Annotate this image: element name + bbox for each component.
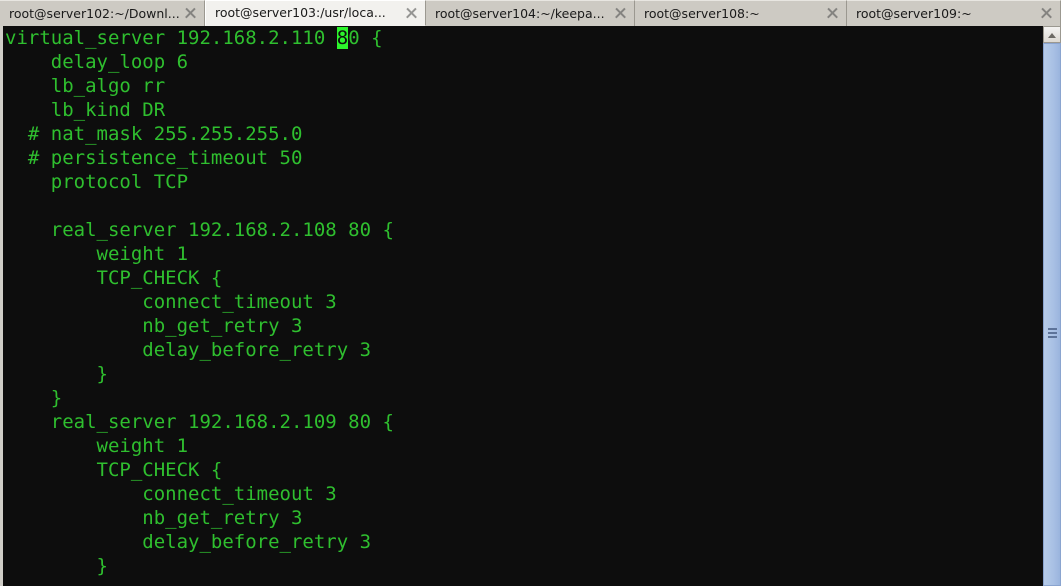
tab-label: root@server109:~ [856, 5, 972, 21]
terminal-line: delay_before_retry 3 [3, 338, 1042, 362]
terminal-text: delay_before_retry 3 [5, 531, 372, 553]
terminal-text: lb_algo rr [5, 75, 166, 97]
close-icon[interactable] [825, 6, 840, 21]
terminal-line: lb_kind DR [3, 98, 1042, 122]
tab-server102[interactable]: root@server102:~/Downl... [0, 0, 205, 26]
terminal-text: } [5, 555, 108, 577]
terminal-line: connect_timeout 3 [3, 290, 1042, 314]
tab-server108[interactable]: root@server108:~ [635, 0, 847, 26]
terminal-line: # nat_mask 255.255.255.0 [3, 122, 1042, 146]
close-icon[interactable] [404, 6, 419, 21]
tab-server103[interactable]: root@server103:/usr/loca... [205, 0, 426, 26]
terminal-text: TCP_CHECK { [5, 267, 223, 289]
close-icon[interactable] [613, 6, 628, 21]
terminal-line: virtual_server 192.168.2.110 80 { [3, 26, 1042, 50]
terminal-line: weight 1 [3, 434, 1042, 458]
terminal-text: connect_timeout 3 [5, 483, 337, 505]
terminal-line: } [3, 362, 1042, 386]
terminal-text: } [5, 363, 108, 385]
tab-label: root@server108:~ [644, 5, 760, 21]
terminal-screen[interactable]: virtual_server 192.168.2.110 80 { delay_… [3, 26, 1042, 586]
terminal-line: nb_get_retry 3 [3, 506, 1042, 530]
terminal-text: real_server 192.168.2.108 80 { [5, 219, 394, 241]
tab-label: root@server104:~/keepa... [435, 5, 605, 21]
terminal-text: } [5, 387, 63, 409]
terminal-line: } [3, 554, 1042, 578]
close-icon[interactable] [1039, 6, 1054, 21]
grip-lines-icon [1048, 326, 1057, 340]
terminal-line: TCP_CHECK { [3, 458, 1042, 482]
terminal-line: nb_get_retry 3 [3, 314, 1042, 338]
terminal-text: weight 1 [5, 243, 189, 265]
terminal-text: lb_kind DR [5, 99, 166, 121]
terminal-line: delay_loop 6 [3, 50, 1042, 74]
terminal-area: virtual_server 192.168.2.110 80 { delay_… [0, 26, 1061, 586]
terminal-text: protocol TCP [5, 171, 189, 193]
terminal-line: lb_algo rr [3, 74, 1042, 98]
terminal-line: weight 1 [3, 242, 1042, 266]
tab-server109[interactable]: root@server109:~ [847, 0, 1061, 26]
terminal-window: root@server102:~/Downl... root@server103… [0, 0, 1061, 586]
terminal-line: real_server 192.168.2.109 80 { [3, 410, 1042, 434]
terminal-line: connect_timeout 3 [3, 482, 1042, 506]
terminal-scrollbar[interactable] [1042, 26, 1061, 586]
terminal-line: # persistence_timeout 50 [3, 146, 1042, 170]
close-icon[interactable] [183, 6, 198, 21]
terminal-text: virtual_server 192.168.2.110 [5, 27, 337, 49]
terminal-text: connect_timeout 3 [5, 291, 337, 313]
terminal-text: weight 1 [5, 435, 189, 457]
terminal-line: real_server 192.168.2.108 80 { [3, 218, 1042, 242]
terminal-text: nb_get_retry 3 [5, 507, 303, 529]
terminal-line: delay_before_retry 3 [3, 530, 1042, 554]
terminal-text: # nat_mask 255.255.255.0 [5, 123, 303, 145]
terminal-text: # persistence_timeout 50 [5, 147, 303, 169]
text-cursor: 8 [336, 27, 349, 49]
scrollbar-thumb[interactable] [1043, 43, 1061, 586]
terminal-text: delay_before_retry 3 [5, 339, 372, 361]
terminal-line: } [3, 386, 1042, 410]
tab-server104[interactable]: root@server104:~/keepa... [426, 0, 635, 26]
tab-bar: root@server102:~/Downl... root@server103… [0, 0, 1061, 26]
chevron-up-icon[interactable] [1043, 26, 1061, 43]
terminal-text: 0 { [348, 27, 383, 49]
terminal-text: real_server 192.168.2.109 80 { [5, 411, 394, 433]
terminal-text: nb_get_retry 3 [5, 315, 303, 337]
terminal-line: TCP_CHECK { [3, 266, 1042, 290]
terminal-text: TCP_CHECK { [5, 459, 223, 481]
tab-label: root@server102:~/Downl... [9, 5, 180, 21]
scrollbar-track[interactable] [1043, 43, 1061, 586]
terminal-text: delay_loop 6 [5, 51, 189, 73]
tab-label: root@server103:/usr/loca... [215, 5, 386, 20]
terminal-line: protocol TCP [3, 170, 1042, 194]
